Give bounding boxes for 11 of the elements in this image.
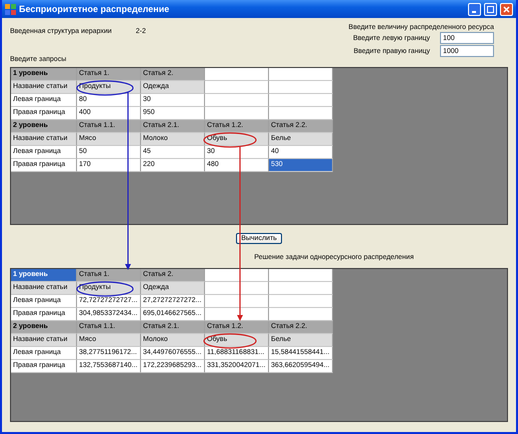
- annotation-ellipse: [76, 80, 134, 96]
- maximize-button[interactable]: [484, 2, 497, 16]
- minimize-button[interactable]: [468, 2, 481, 16]
- annotation-ellipse: [76, 281, 134, 297]
- close-icon: [503, 6, 510, 12]
- maximize-icon: [487, 6, 494, 12]
- close-button[interactable]: [500, 2, 513, 16]
- window-title: Бесприоритетное распределение: [19, 4, 170, 14]
- annotation-ellipse: [203, 132, 257, 148]
- app-icon: [5, 4, 16, 14]
- annotation-ellipse: [203, 333, 257, 349]
